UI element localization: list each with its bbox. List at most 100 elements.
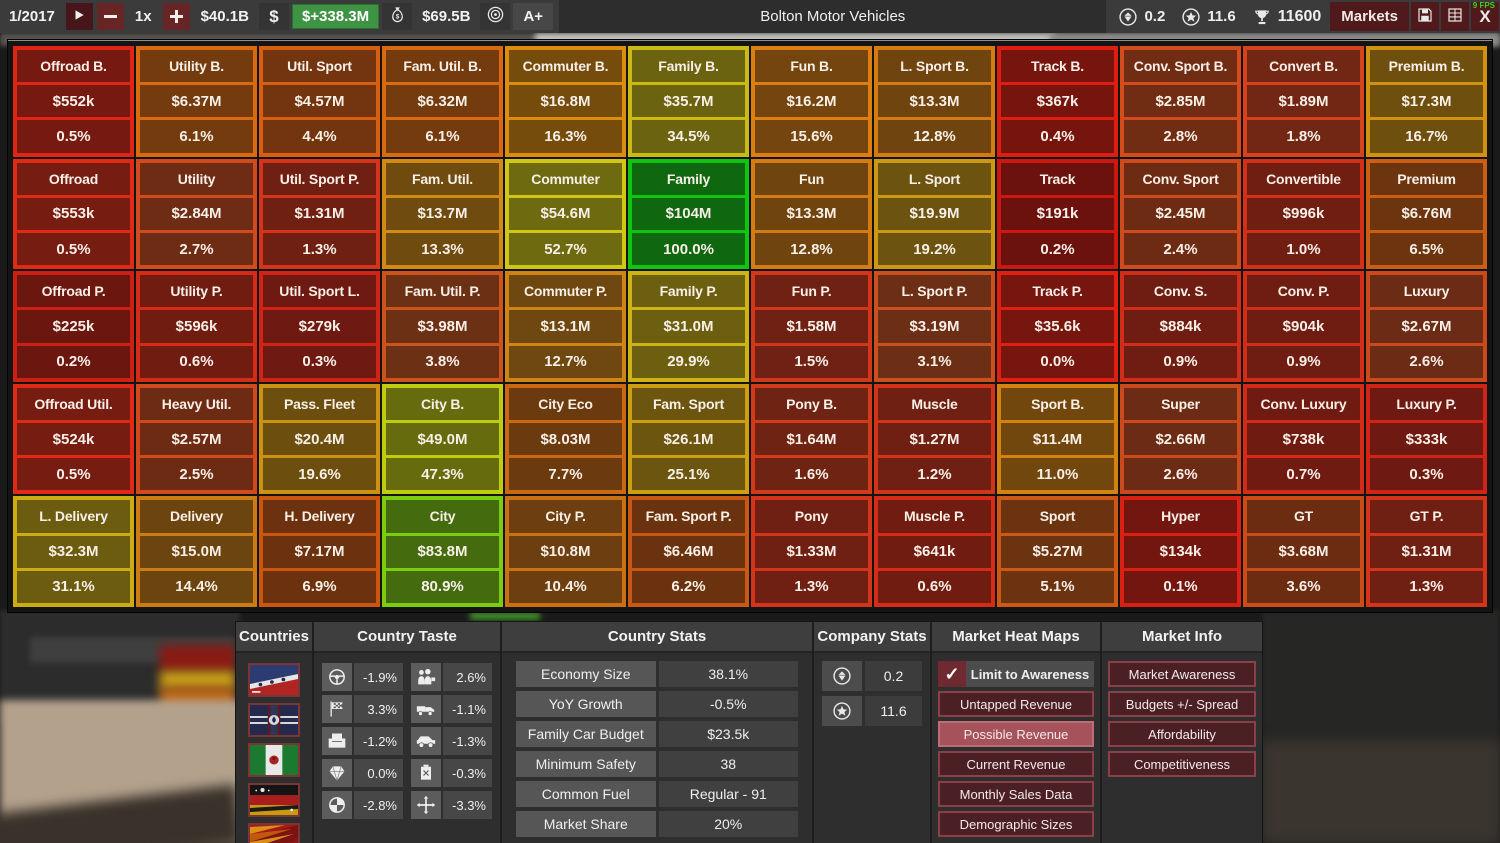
market-segment-cell[interactable]: L. Sport $19.9M 19.2% — [874, 158, 995, 270]
market-segment-cell[interactable]: Commuter P. $13.1M 12.7% — [505, 271, 626, 382]
market-segment-cell[interactable]: Pony B. $1.64M 1.6% — [751, 383, 872, 495]
market-segment-cell[interactable]: Muscle P. $641k 0.6% — [874, 496, 995, 607]
market-segment-cell[interactable]: GT $3.68M 3.6% — [1243, 496, 1364, 607]
market-segment-cell[interactable]: Util. Sport L. $279k 0.3% — [259, 271, 380, 382]
market-segment-cell[interactable]: Commuter $54.6M 52.7% — [505, 158, 626, 270]
market-segment-cell[interactable]: Family $104M 100.0% — [628, 158, 749, 270]
country-flag-flag-stars-stripe[interactable] — [248, 663, 300, 697]
market-segment-cell[interactable]: City B. $49.0M 47.3% — [382, 383, 503, 495]
market-segment-cell[interactable]: Pass. Fleet $20.4M 19.6% — [259, 383, 380, 495]
countries-panel: Countries — [236, 622, 314, 843]
taste-value: 3.3% — [354, 695, 403, 723]
country-flag-flag-naval-cross[interactable] — [248, 703, 300, 737]
speed-decrease-button[interactable] — [96, 3, 124, 30]
heat-map-button-possible-revenue[interactable]: Possible Revenue — [938, 721, 1094, 747]
heat-map-button-monthly-sales-data[interactable]: Monthly Sales Data — [938, 781, 1094, 807]
market-segment-cell[interactable]: Fam. Util. P. $3.98M 3.8% — [382, 271, 503, 382]
market-segment-cell[interactable]: GT P. $1.31M 1.3% — [1366, 496, 1487, 607]
market-segment-cell[interactable]: Offroad P. $225k 0.2% — [13, 271, 134, 382]
segment-share: 0.2% — [17, 345, 130, 378]
market-segment-cell[interactable]: Conv. P. $904k 0.9% — [1243, 271, 1364, 382]
market-segment-cell[interactable]: Conv. Sport B. $2.85M 2.8% — [1120, 46, 1241, 157]
market-segment-cell[interactable]: L. Sport P. $3.19M 3.1% — [874, 271, 995, 382]
country-stats-panel: Country Stats Economy Size 38.1% YoY Growt… — [502, 622, 814, 843]
country-flag-flag-green-white[interactable] — [248, 743, 300, 777]
trophy-value: 11600 — [1277, 7, 1322, 25]
market-segment-cell[interactable]: Luxury P. $333k 0.3% — [1366, 383, 1487, 495]
market-segment-cell[interactable]: Commuter B. $16.8M 16.3% — [505, 46, 626, 157]
segment-share: 34.5% — [632, 120, 745, 153]
market-segment-cell[interactable]: City $83.8M 80.9% — [382, 496, 503, 607]
market-segment-cell[interactable]: Offroad B. $552k 0.5% — [13, 46, 134, 157]
segment-share: 0.0% — [1001, 345, 1114, 378]
market-segment-cell[interactable]: Fam. Sport P. $6.46M 6.2% — [628, 496, 749, 607]
segment-share: 6.9% — [263, 570, 376, 603]
market-segment-cell[interactable]: Hyper $134k 0.1% — [1120, 496, 1241, 607]
market-segment-cell[interactable]: Premium B. $17.3M 16.7% — [1366, 46, 1487, 157]
market-segment-cell[interactable]: Family B. $35.7M 34.5% — [628, 46, 749, 157]
market-segment-cell[interactable]: Fun B. $16.2M 15.6% — [751, 46, 872, 157]
taste-row-wheel: -2.8% — [322, 791, 403, 819]
market-segment-cell[interactable]: Pony $1.33M 1.3% — [751, 496, 872, 607]
speed-increase-button[interactable] — [162, 3, 190, 30]
market-segment-cell[interactable]: Fam. Util. $13.7M 13.3% — [382, 158, 503, 270]
market-segment-cell[interactable]: City Eco $8.03M 7.7% — [505, 383, 626, 495]
market-segment-cell[interactable]: Sport $5.27M 5.1% — [997, 496, 1118, 607]
market-segment-cell[interactable]: Fun $13.3M 12.8% — [751, 158, 872, 270]
segment-revenue: $2.45M — [1124, 197, 1237, 230]
segment-share: 11.0% — [1001, 458, 1114, 491]
segment-share: 12.8% — [755, 233, 868, 266]
heat-map-button-demographic-sizes[interactable]: Demographic Sizes — [938, 811, 1094, 837]
reports-button[interactable] — [1441, 2, 1469, 31]
market-segment-cell[interactable]: Conv. S. $884k 0.9% — [1120, 271, 1241, 382]
market-segment-cell[interactable]: Muscle $1.27M 1.2% — [874, 383, 995, 495]
country-flag-flag-rays-star[interactable] — [248, 823, 300, 843]
market-segment-cell[interactable]: Super $2.66M 2.6% — [1120, 383, 1241, 495]
heat-map-button-current-revenue[interactable]: Current Revenue — [938, 751, 1094, 777]
country-flag-flag-black-red-gold[interactable] — [248, 783, 300, 817]
market-segment-cell[interactable]: Util. Sport $4.57M 4.4% — [259, 46, 380, 157]
market-segment-cell[interactable]: Utility $2.84M 2.7% — [136, 158, 257, 270]
limit-to-awareness-toggle[interactable]: ✓ Limit to Awareness — [938, 661, 1094, 687]
market-segment-cell[interactable]: H. Delivery $7.17M 6.9% — [259, 496, 380, 607]
market-segment-cell[interactable]: Premium $6.76M 6.5% — [1366, 158, 1487, 270]
market-segment-cell[interactable]: Convertible $996k 1.0% — [1243, 158, 1364, 270]
market-segment-cell[interactable]: Track P. $35.6k 0.0% — [997, 271, 1118, 382]
markets-button[interactable]: Markets — [1330, 2, 1409, 31]
market-segment-cell[interactable]: Offroad Util. $524k 0.5% — [13, 383, 134, 495]
market-info-button-market-awareness[interactable]: Market Awareness — [1108, 661, 1256, 687]
save-button[interactable] — [1411, 2, 1439, 31]
market-segment-cell[interactable]: Fam. Util. B. $6.32M 6.1% — [382, 46, 503, 157]
segment-share: 100.0% — [632, 233, 745, 266]
market-info-button-affordability[interactable]: Affordability — [1108, 721, 1256, 747]
market-segment-cell[interactable]: Offroad $553k 0.5% — [13, 158, 134, 270]
segment-revenue: $2.66M — [1124, 423, 1237, 456]
market-segment-cell[interactable]: City P. $10.8M 10.4% — [505, 496, 626, 607]
market-segment-cell[interactable]: Conv. Luxury $738k 0.7% — [1243, 383, 1364, 495]
segment-share: 15.6% — [755, 120, 868, 153]
market-segment-cell[interactable]: Util. Sport P. $1.31M 1.3% — [259, 158, 380, 270]
market-info-button-budgets-spread[interactable]: Budgets +/- Spread — [1108, 691, 1256, 717]
market-segment-cell[interactable]: L. Sport B. $13.3M 12.8% — [874, 46, 995, 157]
play-button[interactable] — [65, 3, 93, 30]
segment-revenue: $19.9M — [878, 197, 991, 230]
company-stat-row: 0.2 — [822, 661, 922, 691]
market-segment-cell[interactable]: Track B. $367k 0.4% — [997, 46, 1118, 157]
market-segment-cell[interactable]: Family P. $31.0M 29.9% — [628, 271, 749, 382]
market-segment-cell[interactable]: Luxury $2.67M 2.6% — [1366, 271, 1487, 382]
segment-share: 2.7% — [140, 233, 253, 266]
market-segment-cell[interactable]: Heavy Util. $2.57M 2.5% — [136, 383, 257, 495]
market-segment-cell[interactable]: Sport B. $11.4M 11.0% — [997, 383, 1118, 495]
segment-share: 16.3% — [509, 120, 622, 153]
market-segment-cell[interactable]: Delivery $15.0M 14.4% — [136, 496, 257, 607]
heat-map-button-untapped-revenue[interactable]: Untapped Revenue — [938, 691, 1094, 717]
market-segment-cell[interactable]: Fun P. $1.58M 1.5% — [751, 271, 872, 382]
market-segment-cell[interactable]: Track $191k 0.2% — [997, 158, 1118, 270]
market-segment-cell[interactable]: Utility B. $6.37M 6.1% — [136, 46, 257, 157]
market-segment-cell[interactable]: Conv. Sport $2.45M 2.4% — [1120, 158, 1241, 270]
market-segment-cell[interactable]: Utility P. $596k 0.6% — [136, 271, 257, 382]
market-segment-cell[interactable]: Fam. Sport $26.1M 25.1% — [628, 383, 749, 495]
market-segment-cell[interactable]: Convert B. $1.89M 1.8% — [1243, 46, 1364, 157]
market-info-button-competitiveness[interactable]: Competitiveness — [1108, 751, 1256, 777]
market-segment-cell[interactable]: L. Delivery $32.3M 31.1% — [13, 496, 134, 607]
